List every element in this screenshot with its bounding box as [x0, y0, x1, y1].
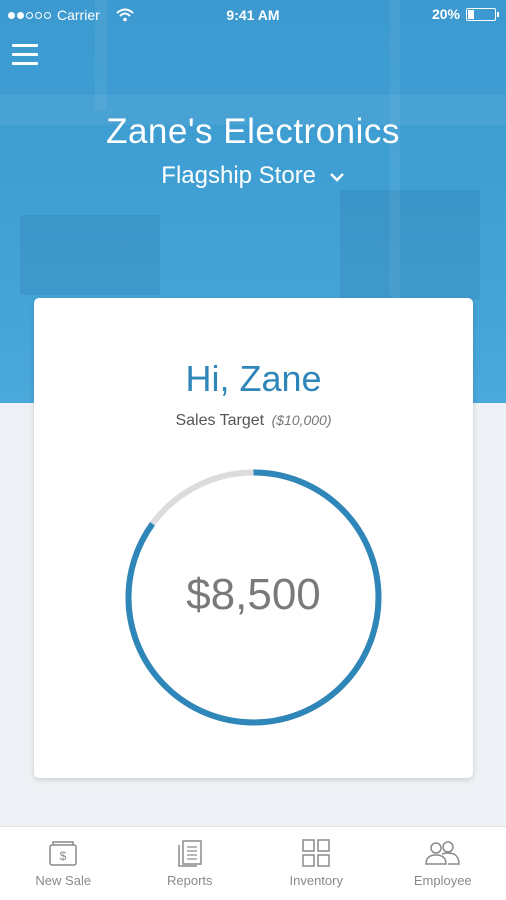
status-bar: Carrier 9:41 AM 20% [0, 0, 506, 30]
employee-icon [424, 841, 460, 865]
battery-percent: 20% [431, 6, 460, 22]
current-sales-value: $8,500 [186, 570, 321, 619]
sales-card: Hi, Zane Sales Target ($10,000) $8,500 [34, 298, 473, 778]
battery-icon [466, 7, 499, 21]
sales-target-label: Sales Target [175, 412, 265, 429]
bottom-nav: $ New Sale Reports Inventory Employee [0, 826, 506, 900]
battery-level [468, 9, 474, 19]
chevron-down-icon [329, 172, 344, 182]
nav-inventory[interactable]: Inventory [261, 827, 371, 900]
nav-reports[interactable]: Reports [135, 827, 245, 900]
background-window [340, 190, 480, 300]
clock: 9:41 AM [226, 7, 280, 23]
hamburger-menu-icon[interactable] [12, 44, 38, 66]
inventory-icon [302, 839, 330, 867]
nav-reports-label: Reports [166, 873, 213, 888]
store-location-label: Flagship Store [161, 162, 317, 189]
store-name: Zane's Electronics [106, 112, 400, 151]
new-sale-icon: $ [49, 841, 77, 866]
nav-inventory-label: Inventory [289, 873, 343, 888]
sales-target-amount: ($10,000) [271, 412, 332, 428]
nav-new-sale-label: New Sale [35, 873, 92, 888]
store-location-dropdown[interactable]: Flagship Store [0, 162, 506, 190]
background-shelf [20, 215, 160, 295]
nav-new-sale[interactable]: $ New Sale [8, 827, 118, 900]
svg-text:$: $ [60, 849, 67, 863]
nav-employee-label: Employee [413, 873, 472, 888]
reports-icon [178, 840, 202, 867]
nav-employee[interactable]: Employee [388, 827, 498, 900]
greeting: Hi, Zane [185, 358, 322, 399]
sales-target: Sales Target ($10,000) [34, 412, 473, 430]
